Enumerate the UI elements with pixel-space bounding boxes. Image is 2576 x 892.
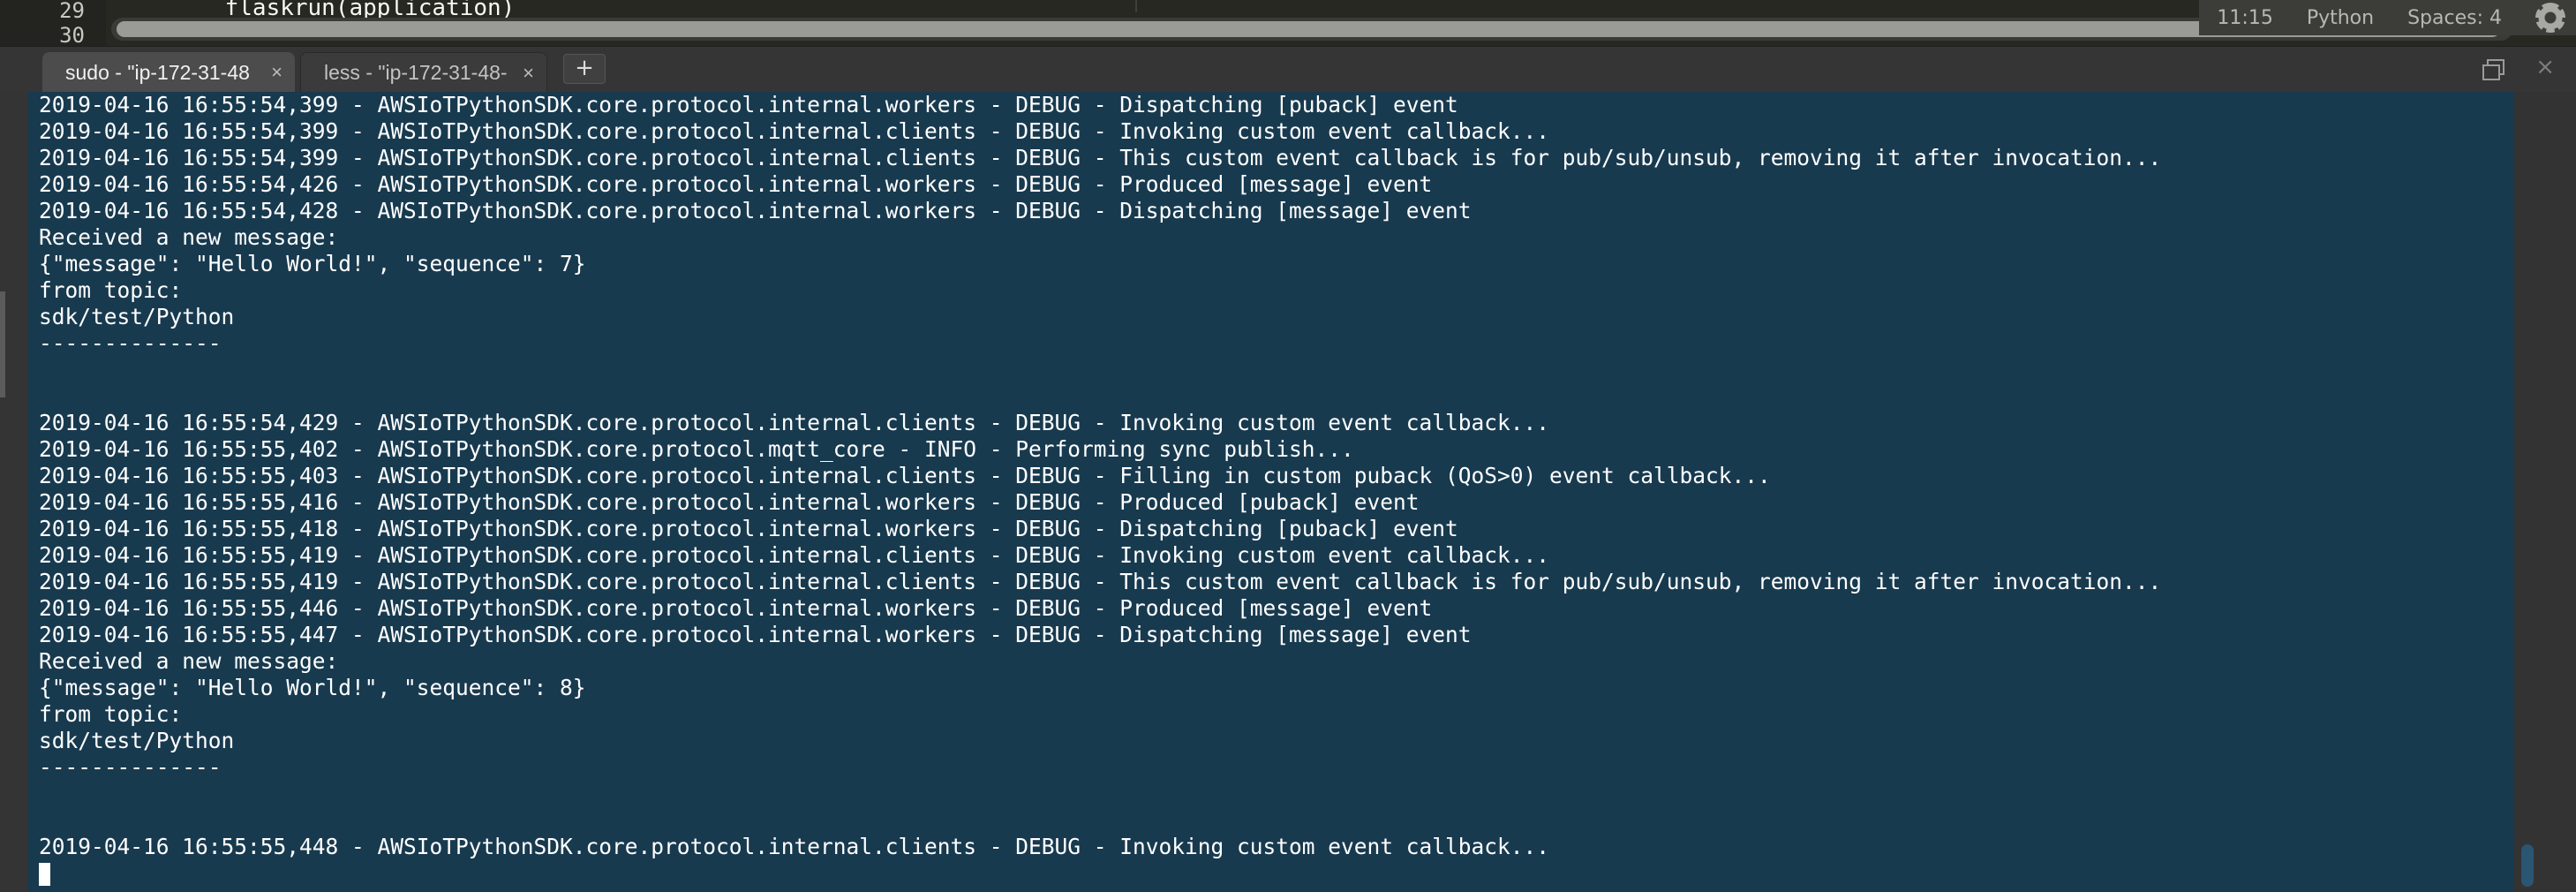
terminal-line: sdk/test/Python: [39, 728, 235, 753]
terminal-line: 2019-04-16 16:55:55,403 - AWSIoTPythonSD…: [39, 463, 1771, 488]
terminal-line: 2019-04-16 16:55:55,416 - AWSIoTPythonSD…: [39, 489, 1420, 515]
terminal-line: 2019-04-16 16:55:54,399 - AWSIoTPythonSD…: [39, 145, 2162, 170]
tab-label: less - "ip-172-31-48-: [324, 61, 508, 84]
terminal-line: 2019-04-16 16:55:55,419 - AWSIoTPythonSD…: [39, 569, 2162, 594]
terminal-line: 2019-04-16 16:55:55,447 - AWSIoTPythonSD…: [39, 622, 1472, 647]
terminal-line: 2019-04-16 16:55:54,426 - AWSIoTPythonSD…: [39, 171, 1433, 197]
indentation-selector[interactable]: Spaces: 4: [2407, 7, 2502, 29]
horizontal-scrollbar-thumb[interactable]: [117, 21, 2500, 37]
terminal-line: 2019-04-16 16:55:54,399 - AWSIoTPythonSD…: [39, 92, 1458, 117]
terminal-line: from topic:: [39, 277, 183, 303]
terminal-output[interactable]: 2019-04-16 16:55:54,399 - AWSIoTPythonSD…: [28, 92, 2514, 892]
line-number-gutter: 29 30: [0, 0, 106, 46]
terminal-line: 2019-04-16 16:55:55,446 - AWSIoTPythonSD…: [39, 595, 1433, 621]
terminal-line: 2019-04-16 16:55:55,448 - AWSIoTPythonSD…: [39, 834, 1550, 859]
close-pane-icon[interactable]: ×: [2535, 54, 2555, 80]
new-tab-button[interactable]: +: [563, 54, 606, 84]
terminal-tab-bar: sudo - "ip-172-31-48 × less - "ip-172-31…: [0, 46, 2576, 93]
terminal-line: {"message": "Hello World!", "sequence": …: [39, 251, 586, 276]
terminal-prompt-line[interactable]: [39, 860, 2161, 887]
terminal-lines: 2019-04-16 16:55:54,399 - AWSIoTPythonSD…: [39, 92, 2161, 887]
terminal-line: {"message": "Hello World!", "sequence": …: [39, 675, 586, 700]
tab-less[interactable]: less - "ip-172-31-48- ×: [300, 52, 547, 93]
cursor-position[interactable]: 11:15: [2217, 7, 2272, 29]
right-rail: [2514, 92, 2576, 892]
syntax-selector[interactable]: Python: [2307, 7, 2374, 29]
left-rail: [0, 92, 28, 892]
tab-label: sudo - "ip-172-31-48: [65, 60, 250, 84]
editor-strip: 29 30 flaskrun(application) 11:15 Python…: [0, 0, 2576, 46]
terminal-line: --------------: [39, 330, 222, 356]
terminal-line: 2019-04-16 16:55:55,418 - AWSIoTPythonSD…: [39, 516, 1458, 541]
close-icon[interactable]: ×: [523, 62, 534, 85]
terminal-cursor: [39, 863, 50, 886]
terminal-line: sdk/test/Python: [39, 304, 235, 329]
restore-window-icon[interactable]: [2481, 57, 2505, 82]
status-bar: 11:15 Python Spaces: 4: [2199, 0, 2576, 35]
terminal-line: 2019-04-16 16:55:54,429 - AWSIoTPythonSD…: [39, 410, 1550, 435]
rail-handle[interactable]: [0, 291, 5, 397]
terminal-line: 2019-04-16 16:55:55,402 - AWSIoTPythonSD…: [39, 436, 1354, 462]
terminal-line: --------------: [39, 754, 222, 780]
vertical-scrollbar-thumb[interactable]: [2521, 844, 2534, 887]
terminal-line: from topic:: [39, 701, 183, 727]
line-number: 30: [59, 23, 85, 46]
terminal-line: 2019-04-16 16:55:54,428 - AWSIoTPythonSD…: [39, 198, 1472, 223]
editor-divider: [1135, 0, 1137, 12]
terminal-line: 2019-04-16 16:55:54,399 - AWSIoTPythonSD…: [39, 118, 1550, 144]
terminal-line: Received a new message:: [39, 648, 339, 674]
tab-sudo[interactable]: sudo - "ip-172-31-48 ×: [42, 52, 295, 93]
terminal-line: Received a new message:: [39, 224, 339, 250]
terminal-line: 2019-04-16 16:55:55,419 - AWSIoTPythonSD…: [39, 542, 1550, 568]
line-number: 29: [59, 0, 85, 23]
gear-icon[interactable]: [2535, 3, 2565, 33]
close-icon[interactable]: ×: [271, 61, 282, 84]
